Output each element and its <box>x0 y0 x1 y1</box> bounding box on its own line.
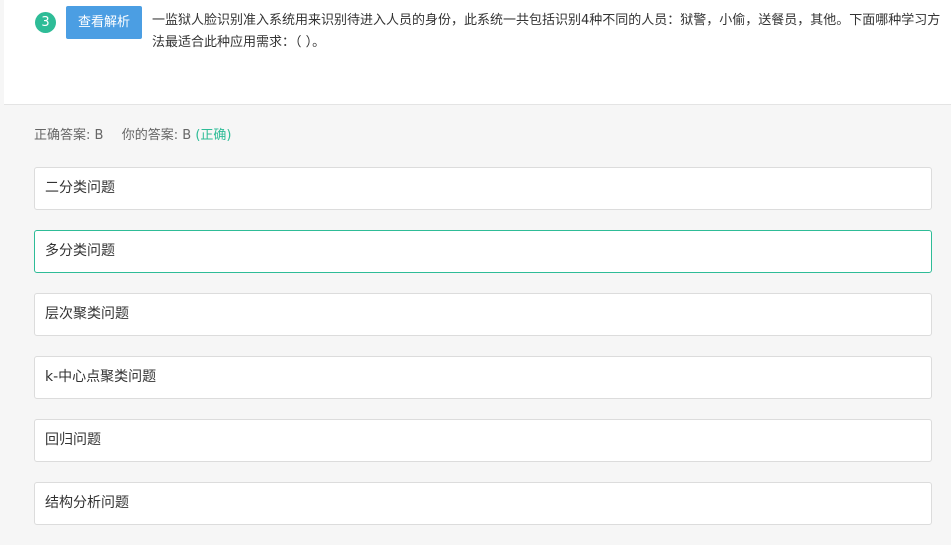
view-analysis-button[interactable]: 查看解析 <box>66 6 142 39</box>
question-number-badge: 3 <box>35 12 56 33</box>
option-b[interactable]: 多分类问题 <box>34 230 932 273</box>
your-answer-label: 你的答案: <box>121 128 179 143</box>
option-f[interactable]: 结构分析问题 <box>34 482 932 525</box>
option-a[interactable]: 二分类问题 <box>34 167 932 210</box>
your-answer-value: B <box>182 128 192 143</box>
correct-answer-value: B <box>94 128 104 143</box>
option-c[interactable]: 层次聚类问题 <box>34 293 932 336</box>
option-d[interactable]: k-中心点聚类问题 <box>34 356 932 399</box>
question-panel: 3 查看解析 一监狱人脸识别准入系统用来识别待进入人员的身份，此系统一共包括识别… <box>4 0 951 105</box>
answer-summary: 正确答案: B 你的答案: B (正确) <box>34 126 231 146</box>
question-text: 一监狱人脸识别准入系统用来识别待进入人员的身份，此系统一共包括识别4种不同的人员… <box>152 13 941 50</box>
option-list: 二分类问题 多分类问题 层次聚类问题 k-中心点聚类问题 回归问题 结构分析问题 <box>34 167 932 545</box>
option-e[interactable]: 回归问题 <box>34 419 932 462</box>
answer-status: (正确) <box>195 128 232 143</box>
correct-answer-label: 正确答案: <box>34 128 91 143</box>
